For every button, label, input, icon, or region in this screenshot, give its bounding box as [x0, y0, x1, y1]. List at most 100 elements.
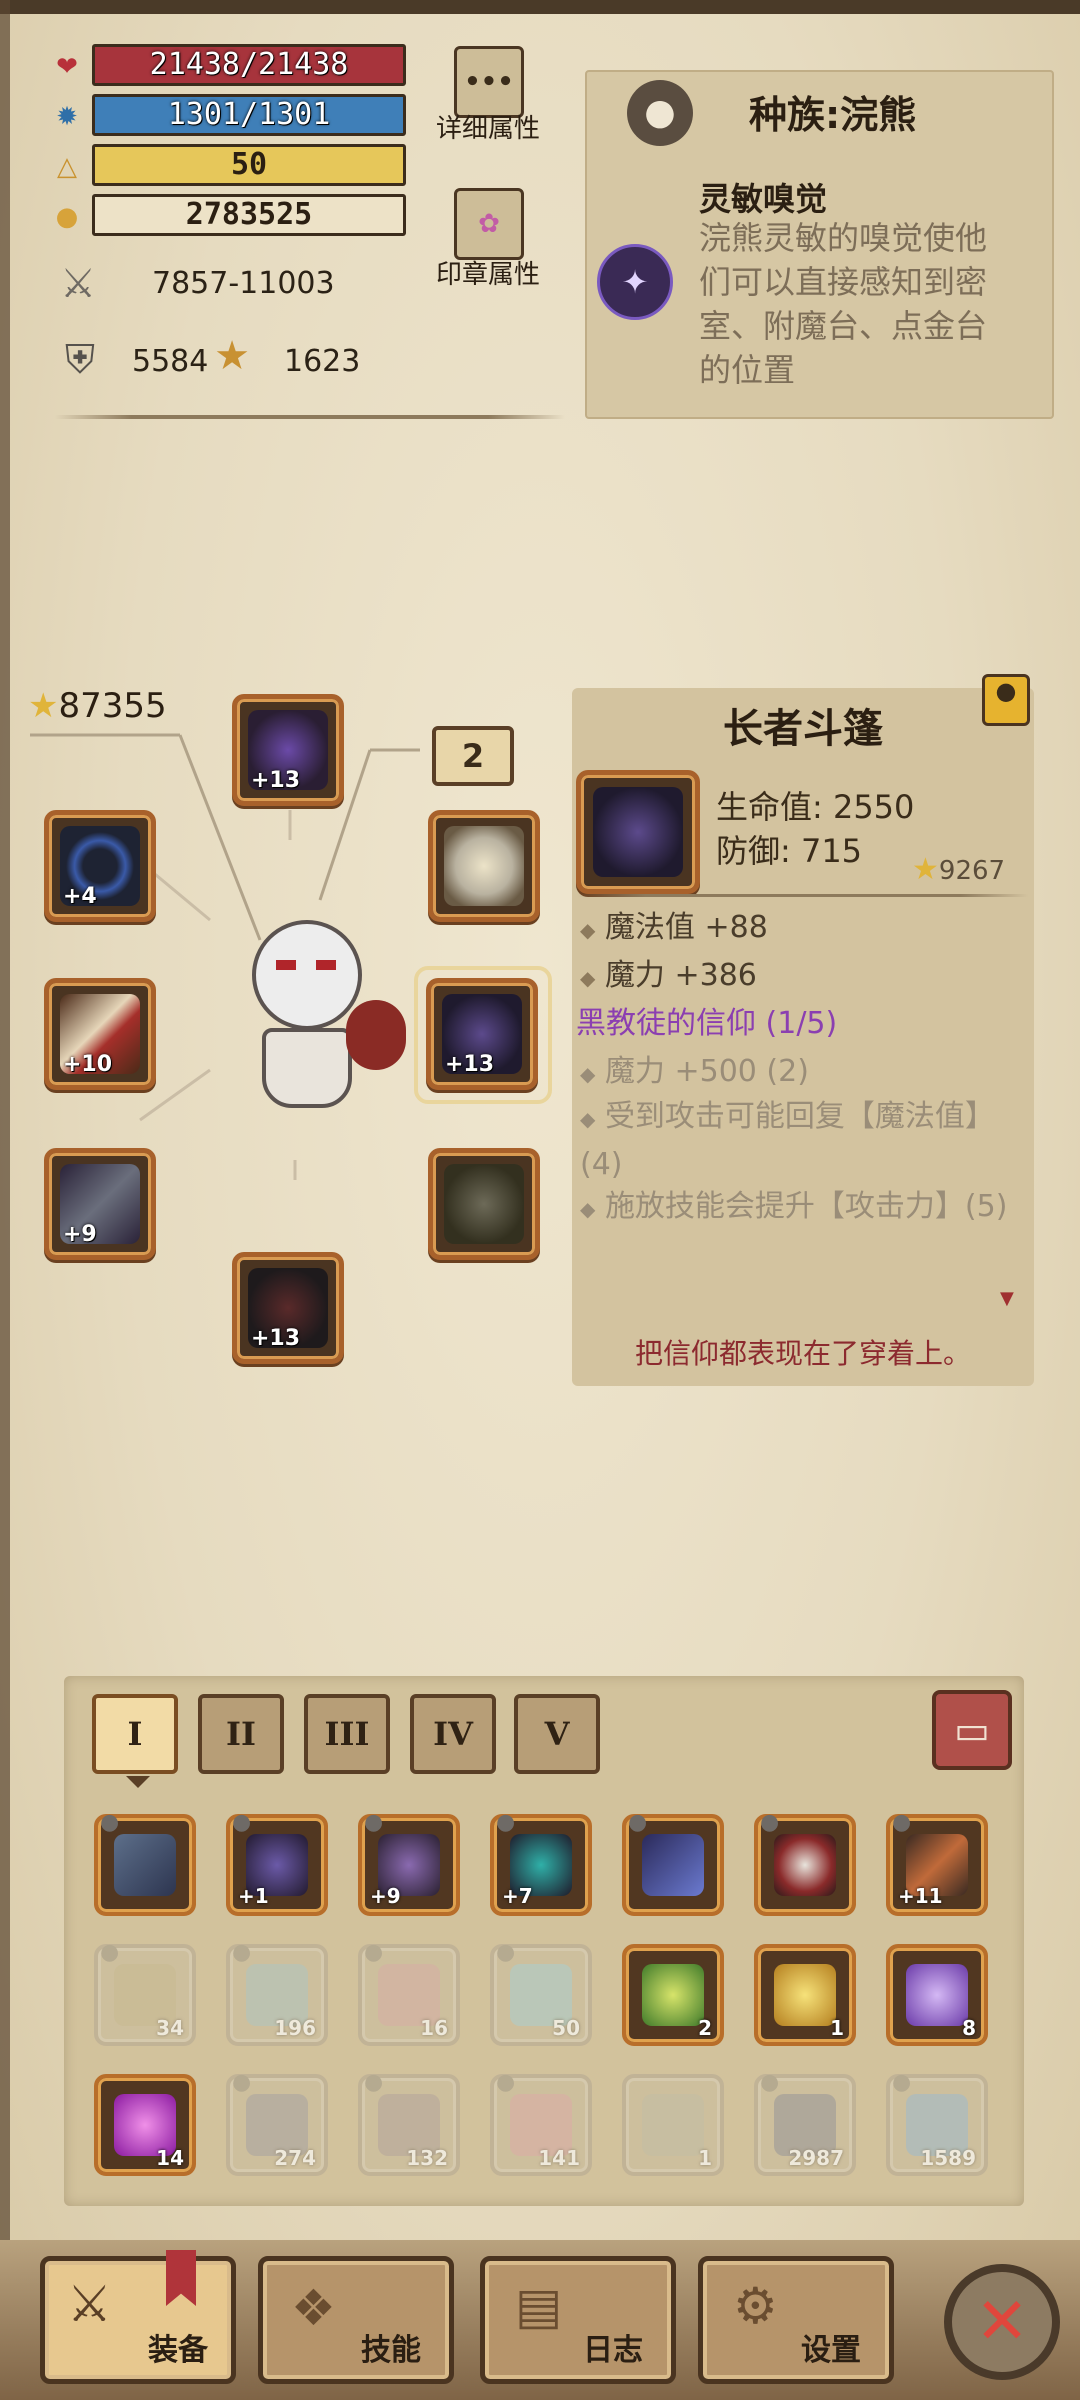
item-attr-2: ◆ 魔力 +386 [580, 950, 757, 994]
inventory-slot[interactable]: 1 [754, 1944, 856, 2046]
nav-equipment[interactable]: ⚔ 装备 [40, 2256, 236, 2384]
details-label: 详细属性 [435, 114, 540, 144]
weapon-upgrade: +10 [63, 1052, 113, 1077]
inventory-slot[interactable]: ● [754, 1810, 856, 1916]
inventory-slot[interactable]: ● 141 [490, 2070, 592, 2176]
tail [346, 1000, 406, 1070]
set-bonus-2: ◆ 受到攻击可能回复【魔法值】(4) [580, 1094, 1020, 1188]
lock-icon: ● [364, 1940, 384, 1965]
item-count: 34 [156, 2016, 184, 2040]
helmet-slot[interactable]: +13 [232, 694, 344, 806]
nav-log-label: 日志 [583, 2333, 643, 2368]
inventory-slot[interactable]: ● 196 [226, 1940, 328, 2046]
upgrade-level: +9 [370, 1884, 401, 1908]
lock-icon: ● [892, 1810, 912, 1835]
tab-3[interactable]: III [304, 1694, 390, 1774]
item-count: 1589 [920, 2146, 976, 2170]
inventory-slot[interactable]: 1 [622, 2074, 724, 2176]
race-skill-desc: 浣熊灵敏的嗅觉使他们可以直接感知到密室、附魔台、点金台的位置 [699, 219, 988, 389]
inventory-slot[interactable]: ● [622, 1810, 724, 1916]
skill-icon: ✦ [597, 244, 673, 320]
weapon-slot[interactable]: +10 [44, 978, 156, 1090]
tab-1[interactable]: I [92, 1694, 178, 1774]
cloak-slot[interactable]: +13 [426, 978, 538, 1090]
inventory-slot[interactable]: 2 [622, 1944, 724, 2046]
armor-icon [444, 1164, 524, 1244]
upgrade-level: +11 [898, 1884, 943, 1908]
nav-settings[interactable]: ⚙ 设置 [698, 2256, 894, 2384]
item-defense: 防御: 715 [716, 832, 863, 870]
nav-settings-label: 设置 [801, 2333, 861, 2368]
set-bonus-1-text: 魔力 +500 (2) [604, 1054, 809, 1089]
swords-icon: ⚔ [60, 261, 96, 307]
item-flavor: 把信仰都表现在了穿着上。 [634, 1337, 971, 1370]
lock-icon: ● [364, 1810, 384, 1835]
item-attr-2-text: 魔力 +386 [604, 958, 757, 993]
shield-icon: ⛨ [65, 337, 95, 383]
diamond-bullet-icon: ◆ [580, 1197, 596, 1221]
attack-value: 7857-11003 [152, 266, 335, 301]
close-button[interactable]: ✕ [944, 2264, 1060, 2380]
race-panel: ● 种族:浣熊 ✦ 灵敏嗅觉 浣熊灵敏的嗅觉使他们可以直接感知到密室、附魔台、点… [585, 70, 1054, 419]
item-count: 50 [552, 2016, 580, 2040]
level-icon: △ [57, 152, 77, 182]
item-icon-slot [576, 770, 700, 894]
mp-row: ✹ 1301/1301 [50, 94, 406, 138]
item-score: ★9267 [912, 852, 1005, 887]
inventory-slot[interactable]: ● 50 [490, 1940, 592, 2046]
flower-seal-icon: ✿ [478, 209, 500, 239]
inventory-slot[interactable]: ● 1589 [886, 2070, 988, 2176]
inventory-slot[interactable]: ● 2987 [754, 2070, 856, 2176]
lock-icon: ● [760, 1810, 780, 1835]
nav-log[interactable]: ▤ 日志 [480, 2256, 676, 2384]
race-title: 种族:浣熊 [749, 93, 917, 137]
hp-bar: 21438/21438 [92, 44, 406, 86]
mana-icon: ✹ [56, 102, 78, 132]
inventory-slot[interactable]: ● +7 [490, 1810, 592, 1916]
tab-2[interactable]: II [198, 1694, 284, 1774]
scroll-down-icon[interactable]: ▼ [1000, 1288, 1014, 1309]
mask-eye-right [316, 960, 336, 970]
gauntlet-slot[interactable]: +9 [44, 1148, 156, 1260]
necklace-slot[interactable] [428, 810, 540, 922]
axe-icon: ⚔ [67, 2275, 112, 2333]
inventory-slot[interactable]: 14 [94, 2074, 196, 2176]
diamond-bullet-icon: ◆ [580, 918, 596, 942]
item-name: 长者斗篷 [723, 706, 883, 752]
luck-icon: ★ [214, 333, 250, 379]
item-attr-1-text: 魔法值 +88 [604, 910, 768, 945]
trash-icon[interactable]: ▭ [932, 1690, 1012, 1770]
heart-icon: ❤ [56, 52, 78, 82]
inventory-slot[interactable]: ● +1 [226, 1810, 328, 1916]
inventory-slot[interactable]: ● 16 [358, 1940, 460, 2046]
item-count: 274 [274, 2146, 316, 2170]
inventory-slot[interactable]: ● +11 [886, 1810, 988, 1916]
robe [262, 1028, 352, 1108]
inventory-slot[interactable]: ● 274 [226, 2070, 328, 2176]
lock-icon: ● [232, 1940, 252, 1965]
boots-slot[interactable]: +13 [232, 1252, 344, 1364]
ring-slot[interactable]: +4 [44, 810, 156, 922]
left-frame [0, 0, 10, 2400]
inventory-slot[interactable]: ● [94, 1810, 196, 1916]
seal-button[interactable]: ✿ [454, 188, 524, 260]
close-icon: ✕ [975, 2285, 1029, 2359]
yellow-green-potion-icon [642, 1964, 704, 2026]
inventory-slot[interactable]: ● +9 [358, 1810, 460, 1916]
tab-5[interactable]: V [514, 1694, 600, 1774]
inventory-slot[interactable]: ● 132 [358, 2070, 460, 2176]
fox-mask [252, 920, 362, 1030]
nav-skills[interactable]: ❖ 技能 [258, 2256, 454, 2384]
item-count: 132 [406, 2146, 448, 2170]
diamond-bullet-icon: ◆ [580, 1062, 596, 1086]
luck-value: 1623 [284, 344, 361, 379]
inventory-slot[interactable]: 8 [886, 1944, 988, 2046]
inventory-slot[interactable]: ● 34 [94, 1940, 196, 2046]
upgrade-level: +1 [238, 1884, 269, 1908]
nav-skills-label: 技能 [361, 2333, 421, 2368]
set-page-number[interactable]: 2 [432, 726, 514, 786]
tab-4[interactable]: IV [410, 1694, 496, 1774]
armor-slot[interactable] [428, 1148, 540, 1260]
nav-equipment-label: 装备 [148, 2333, 208, 2368]
defense-value: 5584 [132, 344, 209, 379]
